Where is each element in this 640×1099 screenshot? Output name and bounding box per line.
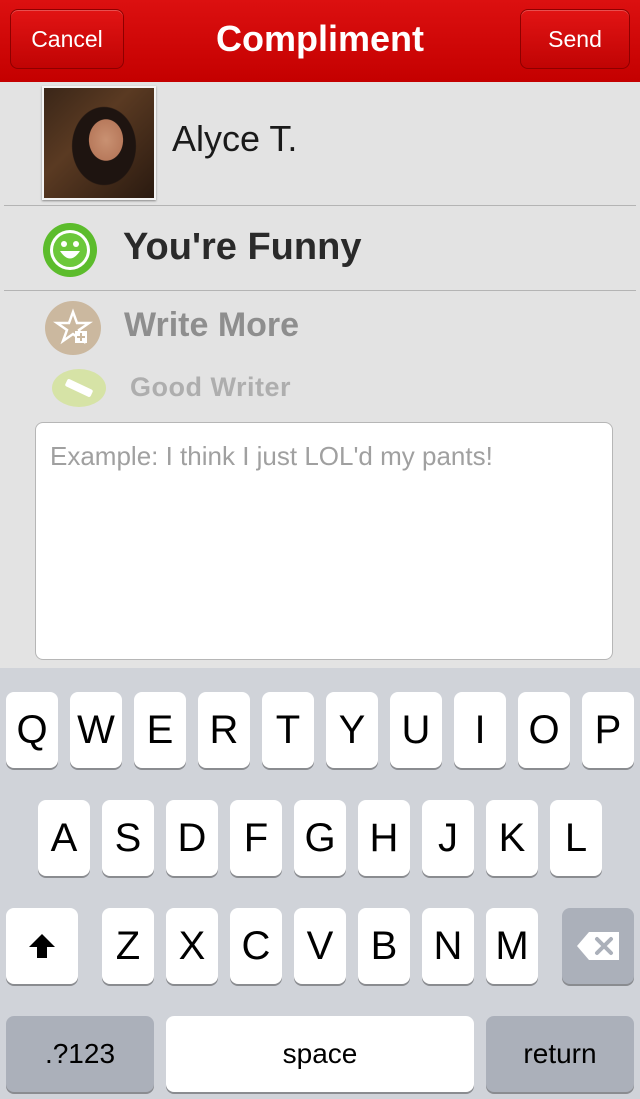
write-more-icon xyxy=(45,301,101,355)
pencil-icon xyxy=(52,369,106,407)
key-b[interactable]: B xyxy=(358,908,410,984)
key-p[interactable]: P xyxy=(582,692,634,768)
shift-key[interactable] xyxy=(6,908,78,984)
key-j[interactable]: J xyxy=(422,800,474,876)
key-q[interactable]: Q xyxy=(6,692,58,768)
key-f[interactable]: F xyxy=(230,800,282,876)
compliment-message-input[interactable] xyxy=(35,422,613,660)
divider xyxy=(4,290,636,291)
numbers-key[interactable]: .?123 xyxy=(6,1016,154,1092)
compliment-type-label: You're Funny xyxy=(123,226,362,268)
key-e[interactable]: E xyxy=(134,692,186,768)
key-z[interactable]: Z xyxy=(102,908,154,984)
backspace-icon xyxy=(577,932,619,960)
recipient-name: Alyce T. xyxy=(172,118,298,159)
shift-icon xyxy=(29,934,55,958)
recipient-row: Alyce T. xyxy=(0,82,640,206)
nav-bar: Cancel Compliment Send xyxy=(0,0,640,82)
key-w[interactable]: W xyxy=(70,692,122,768)
key-n[interactable]: N xyxy=(422,908,474,984)
return-key[interactable]: return xyxy=(486,1016,634,1092)
key-m[interactable]: M xyxy=(486,908,538,984)
smiley-icon xyxy=(43,223,97,277)
key-o[interactable]: O xyxy=(518,692,570,768)
key-y[interactable]: Y xyxy=(326,692,378,768)
cancel-button[interactable]: Cancel xyxy=(10,9,124,69)
key-t[interactable]: T xyxy=(262,692,314,768)
key-r[interactable]: R xyxy=(198,692,250,768)
key-h[interactable]: H xyxy=(358,800,410,876)
write-more-label: Write More xyxy=(124,306,300,344)
backspace-key[interactable] xyxy=(562,908,634,984)
key-s[interactable]: S xyxy=(102,800,154,876)
key-g[interactable]: G xyxy=(294,800,346,876)
key-x[interactable]: X xyxy=(166,908,218,984)
key-a[interactable]: A xyxy=(38,800,90,876)
key-u[interactable]: U xyxy=(390,692,442,768)
key-v[interactable]: V xyxy=(294,908,346,984)
good-writer-label: Good Writer xyxy=(130,372,292,402)
compliment-type-row[interactable]: You're Funny xyxy=(0,206,640,290)
keyboard: Q W E R T Y U I O P A S D F G H J K L Z … xyxy=(0,668,640,1099)
avatar xyxy=(42,86,156,200)
key-l[interactable]: L xyxy=(550,800,602,876)
space-key[interactable]: space xyxy=(166,1016,474,1092)
send-button[interactable]: Send xyxy=(520,9,630,69)
page-title: Compliment xyxy=(215,18,424,59)
key-d[interactable]: D xyxy=(166,800,218,876)
key-c[interactable]: C xyxy=(230,908,282,984)
key-i[interactable]: I xyxy=(454,692,506,768)
key-k[interactable]: K xyxy=(486,800,538,876)
